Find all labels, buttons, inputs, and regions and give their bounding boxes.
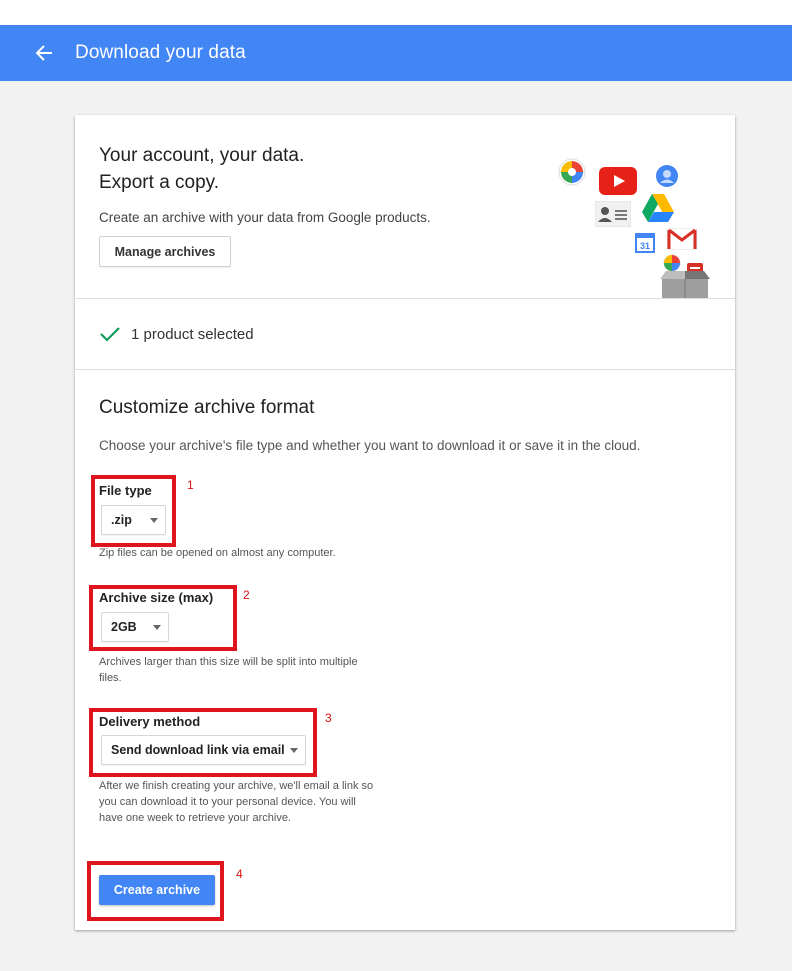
profile-icon: [656, 165, 678, 187]
hero-title-line1: Your account, your data.: [99, 145, 305, 166]
archive-size-help-line1: Archives larger than this size will be s…: [99, 656, 358, 668]
selected-products-text: 1 product selected: [131, 325, 254, 343]
gmail-icon: [667, 228, 697, 250]
manage-archives-button[interactable]: Manage archives: [99, 236, 231, 267]
back-button[interactable]: [30, 39, 58, 67]
archive-size-help: Archives larger than this size will be s…: [99, 654, 358, 686]
annotation-number-1: 1: [187, 478, 194, 492]
photos-icon: [558, 158, 586, 186]
customize-title: Customize archive format: [99, 397, 315, 418]
contacts-icon: [595, 201, 631, 227]
divider: [75, 369, 735, 370]
hero-title-line2: Export a copy.: [99, 172, 220, 193]
delivery-help-line3: have one week to retrieve your archive.: [99, 812, 291, 824]
file-type-help: Zip files can be opened on almost any co…: [99, 547, 336, 559]
annotation-number-2: 2: [243, 588, 250, 602]
delivery-method-help: After we finish creating your archive, w…: [99, 778, 373, 826]
annotation-number-3: 3: [325, 711, 332, 725]
products-illustration: 31: [555, 155, 725, 305]
check-icon: [100, 327, 120, 342]
delivery-help-line1: After we finish creating your archive, w…: [99, 780, 374, 792]
divider: [75, 298, 735, 299]
archive-size-help-line2: files.: [99, 672, 122, 684]
delivery-help-line2: you can download it to your personal dev…: [99, 796, 356, 808]
box-icon: [660, 271, 710, 299]
top-gap: [0, 0, 792, 25]
annotation-number-4: 4: [236, 867, 243, 881]
hero-description: Create an archive with your data from Go…: [99, 210, 431, 225]
page-title: Download your data: [75, 42, 246, 63]
customize-description: Choose your archive's file type and whet…: [99, 438, 641, 453]
hero-title: Your account, your data. Export a copy.: [99, 142, 304, 196]
calendar-icon: 31: [635, 233, 655, 253]
selected-products-row[interactable]: 1 product selected: [99, 322, 254, 346]
annotation-box-delivery-method: [89, 708, 317, 777]
youtube-icon: [599, 167, 637, 195]
annotation-box-file-type: [91, 475, 176, 547]
arrow-back-icon: [35, 45, 52, 61]
drive-icon: [642, 194, 674, 222]
annotation-box-create-archive: [87, 861, 224, 921]
app-bar: Download your data: [0, 25, 792, 81]
annotation-box-archive-size: [89, 585, 237, 651]
calendar-day: 31: [640, 241, 650, 251]
